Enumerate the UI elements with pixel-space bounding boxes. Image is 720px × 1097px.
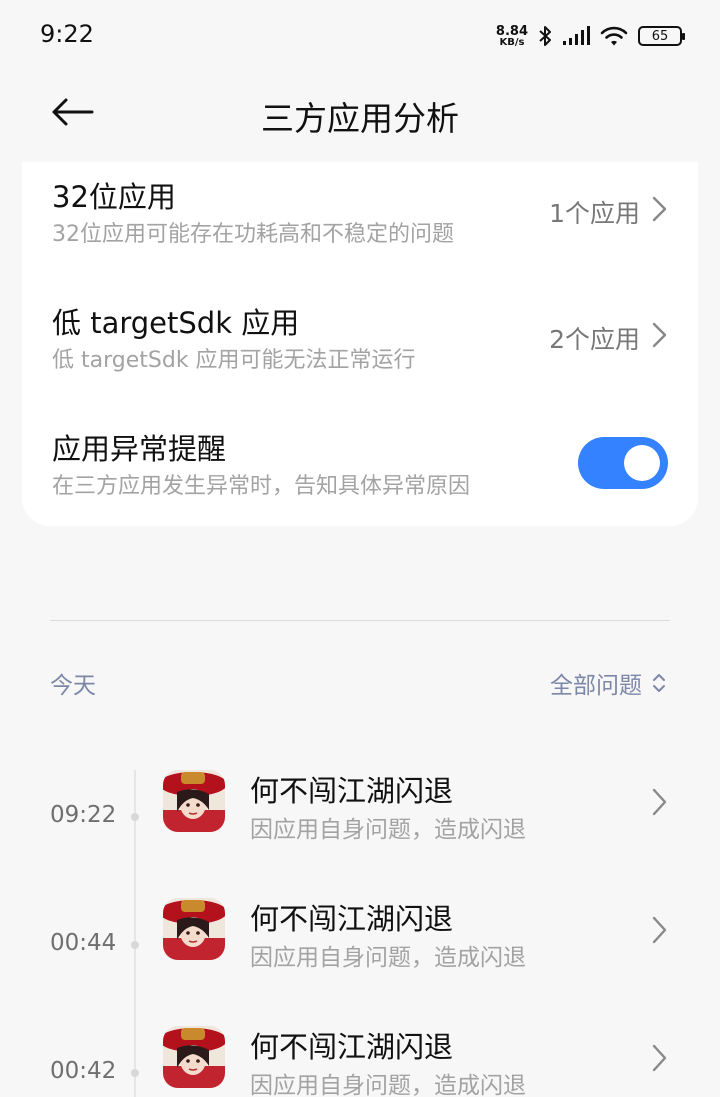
header: 三方应用分析 [0, 70, 720, 160]
log-title: 何不闯江湖闪退 [250, 902, 454, 936]
log-title: 何不闯江湖闪退 [250, 1030, 454, 1064]
battery-level: 65 [651, 28, 669, 44]
row-app-exception-reminder: 应用异常提醒 在三方应用发生异常时，告知具体异常原因 [22, 414, 698, 534]
log-description: 因应用自身问题，造成闪退 [250, 817, 526, 843]
row-subtitle: 32位应用可能存在功耗高和不稳定的问题 [52, 222, 454, 247]
date-label: 今天 [50, 673, 96, 699]
crash-log-item[interactable]: 00:42 何不闯江湖闪退 因应用自身问题，造成闪退 [0, 1026, 720, 1097]
log-time: 00:42 [50, 1058, 117, 1084]
row-subtitle: 在三方应用发生异常时，告知具体异常原因 [52, 474, 471, 499]
signal-icon [563, 26, 590, 45]
log-description: 因应用自身问题，造成闪退 [250, 1073, 526, 1097]
crash-log-item[interactable]: 00:44 何不闯江湖闪退 因应用自身问题，造成闪退 [0, 898, 720, 1008]
row-low-targetsdk-apps[interactable]: 低 targetSdk 应用 低 targetSdk 应用可能无法正常运行 2个… [22, 288, 698, 408]
page-title: 三方应用分析 [261, 99, 459, 138]
chevron-right-icon [652, 916, 667, 944]
app-icon [163, 1026, 225, 1088]
app-icon [163, 898, 225, 960]
net-speed-value: 8.84 [495, 23, 528, 39]
status-bar: 9:22 8.84 KB/s 65 [0, 0, 720, 70]
timeline-dot [131, 813, 139, 821]
row-subtitle: 低 targetSdk 应用可能无法正常运行 [52, 348, 416, 373]
timeline-dot [131, 1069, 139, 1077]
screen: 9:22 8.84 KB/s 65 三方应用分析 32位应用 32位应用可能存在… [0, 0, 720, 1097]
bluetooth-icon [539, 26, 551, 46]
row-title: 应用异常提醒 [52, 432, 227, 466]
chevron-right-icon [652, 788, 667, 816]
net-speed-unit: KB/s [499, 36, 525, 48]
app-icon [163, 770, 225, 832]
crash-log-item[interactable]: 09:22 何不闯江湖闪退 因应用自身问题，造成闪退 [0, 770, 720, 880]
net-speed: 8.84 KB/s [496, 25, 528, 48]
row-title: 低 targetSdk 应用 [52, 306, 300, 340]
timeline-dot [131, 941, 139, 949]
row-value: 2个应用 [549, 325, 640, 354]
filter-label: 全部问题 [550, 673, 642, 699]
log-title: 何不闯江湖闪退 [250, 774, 454, 808]
chevron-right-icon [652, 1044, 667, 1072]
sort-arrows-icon [653, 674, 665, 692]
row-32bit-apps[interactable]: 32位应用 32位应用可能存在功耗高和不稳定的问题 1个应用 [22, 162, 698, 282]
chevron-right-icon [652, 322, 667, 348]
log-time: 09:22 [50, 802, 117, 828]
divider [50, 620, 670, 621]
filter-dropdown[interactable]: 全部问题 [550, 666, 666, 700]
chevron-right-icon [652, 196, 667, 222]
toggle-knob [624, 445, 660, 481]
exception-reminder-toggle[interactable] [578, 437, 668, 489]
log-time: 00:44 [50, 930, 117, 956]
log-description: 因应用自身问题，造成闪退 [250, 945, 526, 971]
status-icons: 8.84 KB/s 65 [496, 22, 685, 50]
row-value: 1个应用 [549, 199, 640, 228]
status-time: 9:22 [40, 20, 94, 48]
wifi-icon [600, 26, 628, 46]
settings-card: 32位应用 32位应用可能存在功耗高和不稳定的问题 1个应用 低 targetS… [22, 162, 698, 526]
row-title: 32位应用 [52, 180, 176, 214]
battery-icon: 65 [638, 26, 685, 46]
